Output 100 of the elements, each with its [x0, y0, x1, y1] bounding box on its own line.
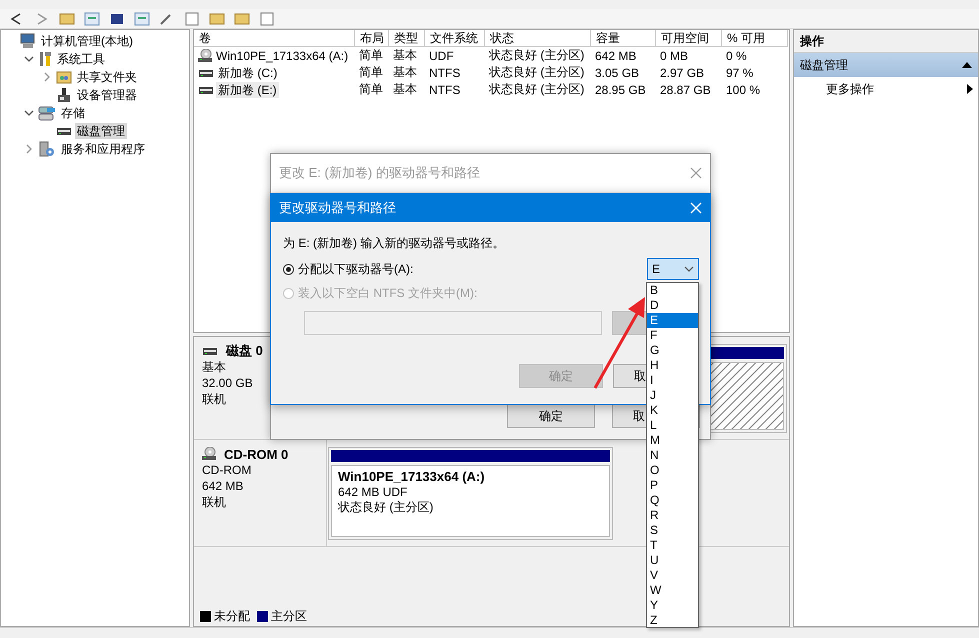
table-cell: NTFS: [429, 82, 460, 96]
column-header[interactable]: 卷: [194, 30, 355, 47]
table-cell: 状态良好 (主分区): [489, 47, 584, 64]
dropdown-option[interactable]: K: [647, 403, 698, 418]
window-icon[interactable]: [133, 10, 151, 28]
dropdown-option[interactable]: Y: [647, 598, 698, 613]
table-cell: 2.97 GB: [660, 66, 704, 80]
tree-item[interactable]: 计算机管理(本地): [39, 33, 135, 49]
table-cell: 0 MB: [660, 48, 688, 62]
dropdown-option[interactable]: U: [647, 553, 698, 568]
tree-item[interactable]: 设备管理器: [75, 87, 139, 103]
dropdown-option[interactable]: G: [647, 343, 698, 358]
expand-icon[interactable]: [24, 144, 34, 154]
table-cell: 基本: [393, 47, 417, 64]
disk-size: 642 MB: [202, 478, 244, 494]
disk-type: CD-ROM: [202, 462, 252, 478]
dialog-title: 更改驱动器号和路径: [279, 199, 396, 217]
services-icon: [38, 141, 56, 157]
dropdown-option[interactable]: P: [647, 478, 698, 493]
table-cell: 100 %: [726, 82, 760, 96]
disk-name: 磁盘 0: [226, 342, 263, 360]
table-cell: UDF: [429, 48, 454, 62]
dropdown-option[interactable]: W: [647, 583, 698, 598]
disk-type: 基本: [202, 359, 227, 375]
radio-option[interactable]: 分配以下驱动器号(A):: [283, 260, 414, 278]
submenu-arrow-icon: [967, 84, 973, 94]
dropdown-option[interactable]: H: [647, 358, 698, 373]
partition-name: Win10PE_17133x64 (A:): [338, 469, 486, 485]
action-section-header[interactable]: 磁盘管理: [794, 53, 978, 77]
disk-status: 联机: [202, 494, 227, 510]
tree-item[interactable]: 系统工具: [55, 51, 107, 67]
column-header[interactable]: 文件系统: [425, 30, 485, 47]
column-header[interactable]: 布局: [355, 30, 389, 47]
tools-icon: [38, 51, 52, 67]
table-cell[interactable]: Win10PE_17133x64 (A:): [214, 48, 350, 64]
dropdown-option[interactable]: F: [647, 328, 698, 343]
dropdown-option[interactable]: B: [647, 283, 698, 298]
disk-name: CD-ROM 0: [224, 446, 288, 462]
shared-folder-icon: [56, 69, 72, 85]
table-cell: 简单: [359, 64, 383, 81]
table-cell[interactable]: 新加卷 (C:): [216, 64, 280, 80]
tree-item[interactable]: 存储: [59, 105, 87, 121]
dropdown-option[interactable]: N: [647, 448, 698, 463]
dropdown-option[interactable]: I: [647, 373, 698, 388]
dropdown-option[interactable]: S: [647, 523, 698, 538]
column-header[interactable]: 状态: [485, 30, 591, 47]
table-cell: 3.05 GB: [595, 66, 640, 80]
dropdown-option[interactable]: T: [647, 538, 698, 553]
table-cell: 简单: [359, 47, 383, 64]
disk-status: 联机: [202, 391, 227, 407]
tree-item[interactable]: 服务和应用程序: [59, 141, 147, 157]
dropdown-option[interactable]: Z: [647, 613, 698, 628]
partition-status: 状态良好 (主分区): [338, 500, 434, 515]
close-icon: [690, 167, 702, 179]
legend-label: 主分区: [271, 608, 307, 624]
dropdown-option[interactable]: R: [647, 508, 698, 523]
dropdown-option[interactable]: M: [647, 433, 698, 448]
dropdown-option[interactable]: J: [647, 388, 698, 403]
table-cell[interactable]: 新加卷 (E:): [216, 82, 279, 98]
column-header[interactable]: 容量: [591, 30, 656, 47]
column-header[interactable]: % 可用: [722, 30, 788, 47]
partition[interactable]: Win10PE_17133x64 (A:) 642 MB UDF 状态良好 (主分区): [328, 447, 613, 540]
collapse-icon[interactable]: [24, 54, 34, 64]
expand-icon[interactable]: [42, 72, 52, 82]
table-cell: 28.87 GB: [660, 82, 711, 96]
drive-icon: [202, 345, 218, 357]
action-item[interactable]: 更多操作: [794, 77, 978, 101]
device-icon: [56, 87, 72, 103]
dialog-button[interactable]: 确定: [507, 404, 595, 428]
table-cell: 基本: [393, 64, 417, 81]
column-header[interactable]: 可用空间: [656, 30, 722, 47]
dropdown-option[interactable]: Q: [647, 493, 698, 508]
dialog-title: 更改 E: (新加卷) 的驱动器号和路径: [279, 164, 480, 182]
cd-drive-icon: [198, 48, 212, 62]
pane-title: 操作: [794, 30, 978, 53]
tree-item[interactable]: 共享文件夹: [75, 69, 139, 85]
column-header[interactable]: 类型: [389, 30, 425, 47]
table-cell: 0 %: [726, 48, 747, 62]
table-cell: 97 %: [726, 66, 754, 80]
page-icon[interactable]: [258, 10, 276, 28]
tree-item[interactable]: 磁盘管理: [75, 123, 127, 139]
table-cell: 简单: [359, 81, 383, 98]
dropdown-option[interactable]: E: [647, 313, 698, 328]
window-icon[interactable]: [83, 10, 101, 28]
path-field[interactable]: [304, 311, 602, 335]
dropdown-option[interactable]: V: [647, 568, 698, 583]
page-icon[interactable]: [183, 10, 201, 28]
dropdown-option[interactable]: L: [647, 418, 698, 433]
table-cell: 状态良好 (主分区): [489, 81, 584, 98]
dropdown-option[interactable]: O: [647, 463, 698, 478]
collapse-icon[interactable]: [24, 108, 34, 118]
partition-detail: 642 MB UDF: [338, 485, 408, 500]
table-cell: 基本: [393, 81, 417, 98]
close-icon: [690, 202, 702, 214]
legend-label: 未分配: [214, 608, 250, 624]
drive-letter-select[interactable]: E: [647, 258, 699, 280]
dialog-prompt: 为 E: (新加卷) 输入新的驱动器号或路径。: [283, 235, 506, 251]
table-cell: 28.95 GB: [595, 82, 646, 96]
table-cell: 642 MB: [595, 48, 636, 62]
dropdown-option[interactable]: D: [647, 298, 698, 313]
